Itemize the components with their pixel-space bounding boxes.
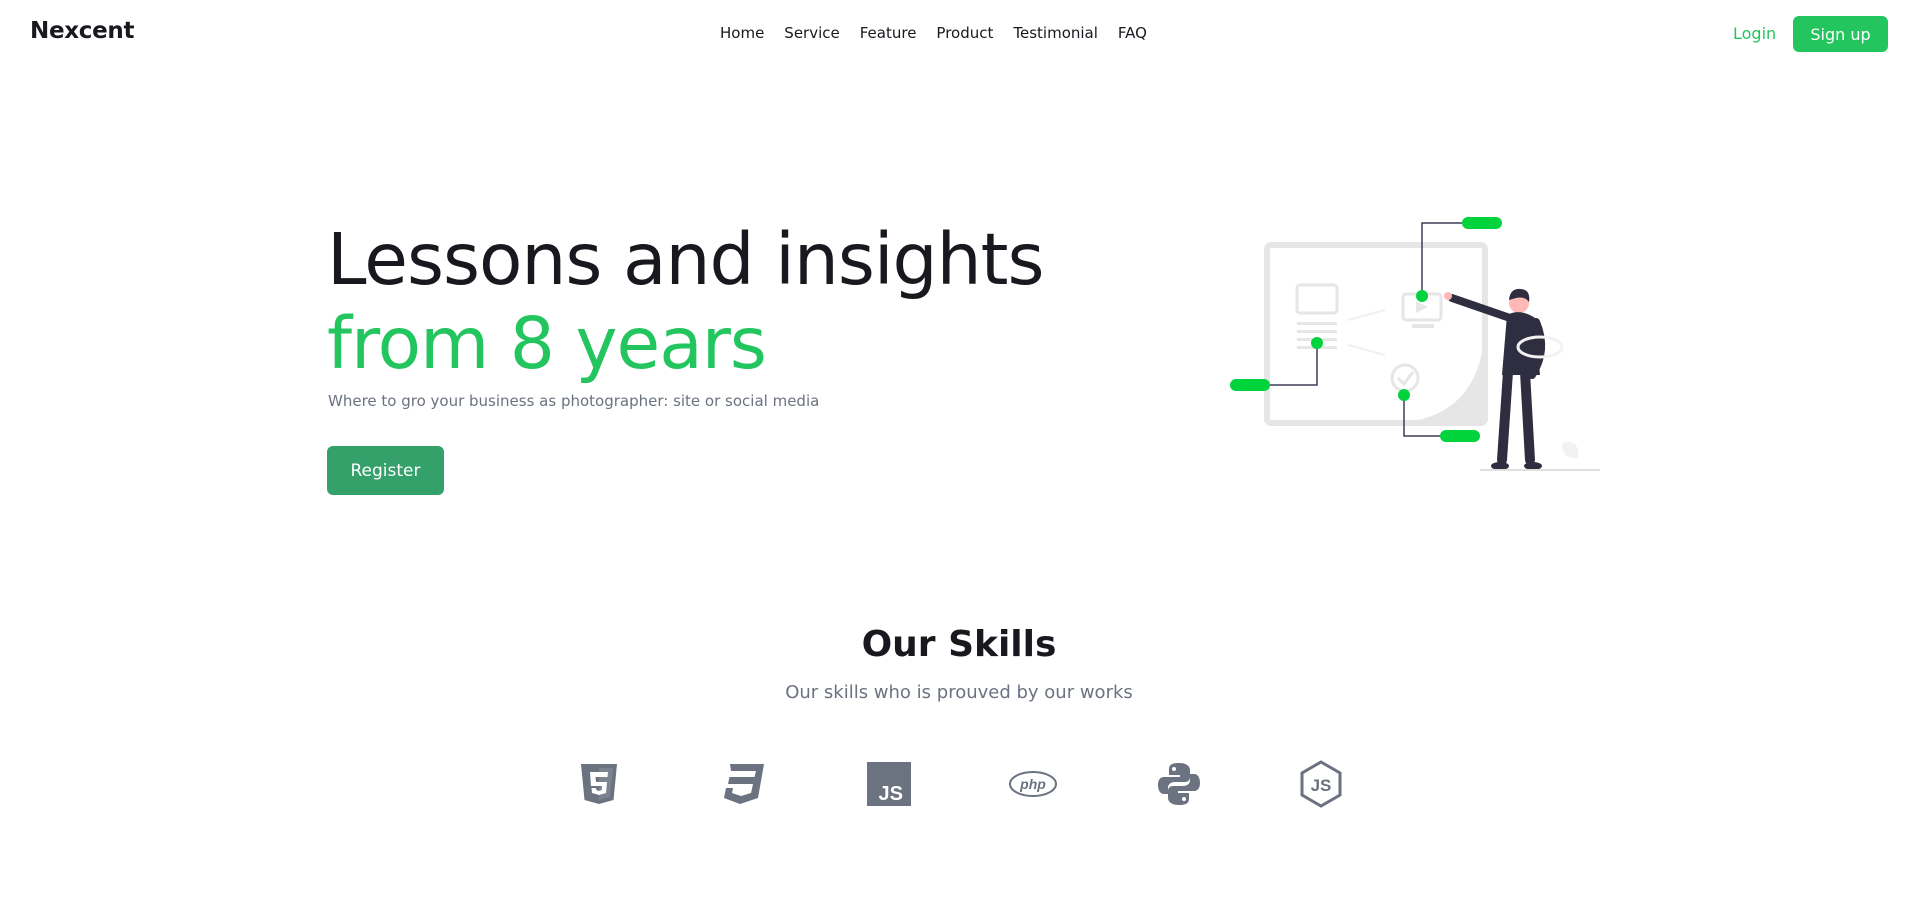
hero-title-line1: Lessons and insights <box>327 218 1044 301</box>
skills-title: Our Skills <box>861 624 1057 665</box>
python-icon <box>1158 763 1200 805</box>
svg-text:JS: JS <box>879 783 903 805</box>
navbar: Nexcent Home Service Feature Product Tes… <box>0 0 1918 67</box>
nav-link-service[interactable]: Service <box>784 24 839 42</box>
nav-link-faq[interactable]: FAQ <box>1118 24 1147 42</box>
nav-link-testimonial[interactable]: Testimonial <box>1013 24 1098 42</box>
register-button[interactable]: Register <box>327 446 444 495</box>
brand-logo[interactable]: Nexcent <box>30 18 134 44</box>
css3-icon <box>724 764 764 804</box>
hero-title-line2: from 8 years <box>327 302 767 385</box>
nodejs-icon: JS <box>1300 760 1342 808</box>
skills-subtitle: Our skills who is prouved by our works <box>785 682 1133 703</box>
javascript-icon: JS <box>867 762 911 806</box>
hero-illustration <box>1230 217 1600 471</box>
nav-link-product[interactable]: Product <box>936 24 993 42</box>
php-icon: php <box>1009 771 1057 797</box>
skill-icons-row: JS php JS <box>575 760 1345 810</box>
svg-text:php: php <box>1019 776 1046 792</box>
html5-icon <box>581 764 617 804</box>
login-link[interactable]: Login <box>1733 24 1776 43</box>
nav-link-feature[interactable]: Feature <box>860 24 917 42</box>
hero-subtitle: Where to gro your business as photograph… <box>328 392 820 410</box>
nav-links: Home Service Feature Product Testimonial… <box>720 24 1147 42</box>
signup-button[interactable]: Sign up <box>1793 16 1888 52</box>
svg-text:JS: JS <box>1311 776 1332 795</box>
nav-link-home[interactable]: Home <box>720 24 764 42</box>
hero-title: Lessons and insights from 8 years <box>327 218 1044 386</box>
